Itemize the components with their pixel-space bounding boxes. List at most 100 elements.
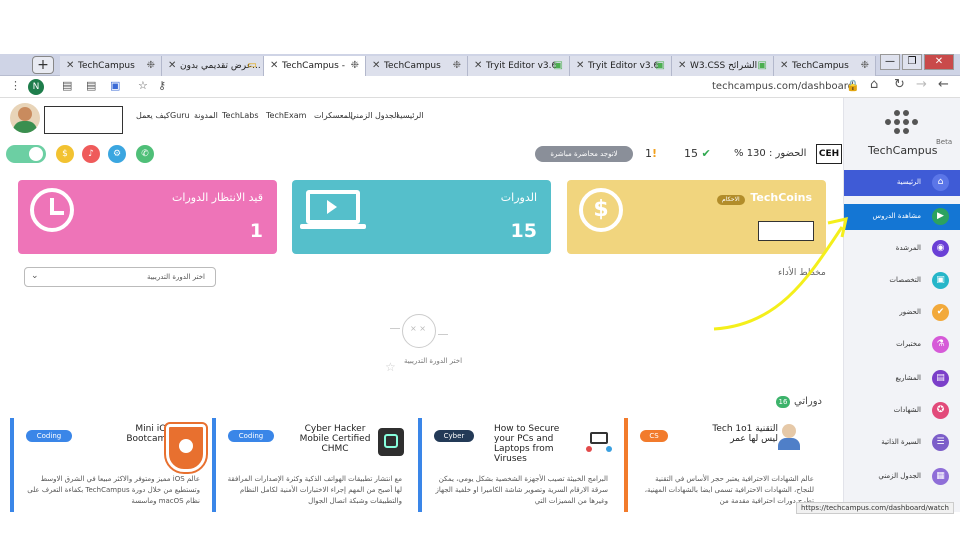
maximize-button[interactable]: ❐ xyxy=(902,54,922,70)
avatar[interactable] xyxy=(10,103,40,133)
coin-icon[interactable]: $ xyxy=(56,145,74,163)
check-icon: ✔ xyxy=(701,147,711,160)
slides-icon: ▭ xyxy=(247,60,257,71)
sidebar: TechCampus Beta الرئيسية ⌂ مشاهدة الدروس ▶… xyxy=(843,98,960,512)
nav-camps[interactable]: المعسكرات xyxy=(314,111,353,120)
status-url: https://techcampus.com/dashboard/watch xyxy=(796,502,954,514)
sidebar-item-home[interactable]: الرئيسية ⌂ xyxy=(844,170,960,196)
bookmark-star-icon[interactable]: ☆ xyxy=(138,79,148,92)
techcampus-logo-icon xyxy=(882,110,922,138)
browser-tab[interactable]: ✕ عرض تقديمي بدون... ▭ xyxy=(162,56,264,76)
key-icon[interactable]: ⚷ xyxy=(158,79,166,92)
extension-icon[interactable]: ▤ xyxy=(86,79,96,92)
w3-icon: ▣ xyxy=(757,60,767,71)
courses-card[interactable]: الدورات 15 xyxy=(292,180,551,254)
course-card[interactable]: Coding Mini iOS Bootcamp عالم iOS مميز و… xyxy=(10,418,208,512)
sidebar-item-specializations[interactable]: التخصصات ▣ xyxy=(844,268,960,294)
nav-guru[interactable]: Guru xyxy=(170,111,190,120)
laptop-base xyxy=(300,224,366,229)
forward-icon[interactable]: → xyxy=(916,77,927,92)
sidebar-item-watch-lessons[interactable]: مشاهدة الدروس ▶ xyxy=(844,204,960,230)
gear-icon: ❉ xyxy=(452,60,461,71)
close-icon[interactable]: ✕ xyxy=(168,56,176,76)
pending-courses-card[interactable]: قيد الانتظار الدورات 1 xyxy=(18,180,277,254)
dollar-icon: $ xyxy=(579,188,623,232)
close-icon[interactable]: ✕ xyxy=(780,56,788,76)
beta-label: Beta xyxy=(936,138,953,146)
menu-icon[interactable]: ⋮ xyxy=(10,79,21,92)
browser-tab[interactable]: ✕ W3.CSS الشرائح ▣ xyxy=(672,56,774,76)
browser-tab-active[interactable]: ✕ TechCampus - ❉ xyxy=(264,56,366,76)
alert-count: 1! xyxy=(645,147,658,160)
chevron-down-icon: ⌄ xyxy=(31,271,39,281)
new-tab-button[interactable]: + xyxy=(32,56,54,74)
extension-icon[interactable]: ▤ xyxy=(62,79,72,92)
sidebar-item-calendar[interactable]: الجدول الزمني ▦ xyxy=(844,464,960,490)
live-lecture-pill[interactable]: لاتوجد محاضرة مباشرة xyxy=(535,146,633,162)
address-bar: ⋮ N ▤ ▤ ▣ ☆ ⚷ techcampus.com/dashboard 🔒… xyxy=(0,76,960,98)
search-input[interactable] xyxy=(44,106,123,134)
theme-toggle[interactable] xyxy=(6,145,46,163)
course-card[interactable]: Cyber How to Secure your PCs and Laptops… xyxy=(418,418,616,512)
gear-icon: ❉ xyxy=(146,60,155,71)
ceh-badge[interactable]: CEH xyxy=(816,144,842,164)
bell-icon[interactable]: ♪ xyxy=(82,145,100,163)
settings-icon[interactable]: ⚙ xyxy=(108,145,126,163)
window-close-button[interactable]: ✕ xyxy=(924,54,954,70)
sidebar-item-mentor[interactable]: المرشدة ◉ xyxy=(844,236,960,262)
calendar-icon: ▦ xyxy=(932,468,949,485)
nav-techlabs[interactable]: TechLabs xyxy=(222,111,259,120)
lab-icon: ⚗ xyxy=(932,336,949,353)
browser-tab[interactable]: ✕ Tryit Editor v3.6 ▣ xyxy=(570,56,672,76)
nav-how-it-works[interactable]: كيف يعمل xyxy=(136,111,170,120)
browser-tab[interactable]: ✕ TechCampus ❉ xyxy=(366,56,468,76)
attendance-icon: ✔ xyxy=(932,304,949,321)
attendance-label: الحضور : 130 % xyxy=(734,148,807,159)
course-card[interactable]: Coding Cyber Hacker Mobile Certified CHM… xyxy=(212,418,410,512)
nav-schedule[interactable]: الجدول الزمني xyxy=(350,111,399,120)
courses-count-badge: 16 xyxy=(776,396,790,408)
sidebar-item-cv[interactable]: السيرة الذاتية ☰ xyxy=(844,430,960,456)
phone-icon[interactable]: ✆ xyxy=(136,145,154,163)
annotation-arrow xyxy=(713,217,848,331)
sidebar-item-projects[interactable]: المشاريع ▤ xyxy=(844,366,960,392)
nav-techexam[interactable]: TechExam xyxy=(266,111,306,120)
sidebar-item-attendance[interactable]: الحضور ✔ xyxy=(844,300,960,326)
extension-icon[interactable]: ▣ xyxy=(110,79,120,92)
check-count: 15 ✔ xyxy=(684,147,711,160)
close-icon[interactable]: ✕ xyxy=(474,56,482,76)
reload-icon[interactable]: ↻ xyxy=(894,77,905,92)
minimize-button[interactable]: — xyxy=(880,54,900,70)
lock-icon: 🔒 xyxy=(846,79,860,92)
home-icon[interactable]: ⌂ xyxy=(870,77,878,92)
course-thumbnail xyxy=(164,422,208,474)
card-tag: الاحكام xyxy=(717,195,745,205)
close-icon[interactable]: ✕ xyxy=(576,56,584,76)
empty-state-text: اختر الدورة التدريبية xyxy=(404,357,463,365)
back-icon[interactable]: ← xyxy=(938,77,949,92)
close-icon[interactable]: ✕ xyxy=(372,56,380,76)
gear-icon: ❉ xyxy=(350,60,359,71)
close-icon[interactable]: ✕ xyxy=(66,56,74,76)
video-icon: ▶ xyxy=(932,208,949,225)
brand-name: TechCampus xyxy=(868,144,938,157)
sidebar-item-labs[interactable]: مختبرات ⚗ xyxy=(844,332,960,358)
w3-icon: ▣ xyxy=(553,60,563,71)
course-card[interactable]: CS Tech 1o1 التقنية ليس لها عمر عالم الش… xyxy=(624,418,822,512)
cv-icon: ☰ xyxy=(932,434,949,451)
profile-avatar[interactable]: N xyxy=(28,79,44,95)
certificate-icon: ✪ xyxy=(932,402,949,419)
browser-tab[interactable]: ✕ TechCampus ❉ xyxy=(774,56,876,76)
close-icon[interactable]: ✕ xyxy=(270,56,278,76)
course-dropdown[interactable]: ⌄ اختر الدورة التدريبية xyxy=(24,267,216,287)
sidebar-item-certificates[interactable]: الشهادات ✪ xyxy=(844,398,960,424)
url-text[interactable]: techcampus.com/dashboard xyxy=(712,81,854,92)
close-icon[interactable]: ✕ xyxy=(678,56,686,76)
browser-tab[interactable]: ✕ TechCampus ❉ xyxy=(60,56,162,76)
gear-icon: ❉ xyxy=(860,60,869,71)
nav-home[interactable]: الرئيسية xyxy=(396,111,424,120)
my-courses-title: دوراتي xyxy=(794,396,823,407)
browser-tab-strip: + ✕ TechCampus ❉ ✕ عرض تقديمي بدون... ▭ ✕ Tec… xyxy=(0,54,960,76)
browser-tab[interactable]: ✕ Tryit Editor v3.6 ▣ xyxy=(468,56,570,76)
nav-blog[interactable]: المدونة xyxy=(194,111,218,120)
